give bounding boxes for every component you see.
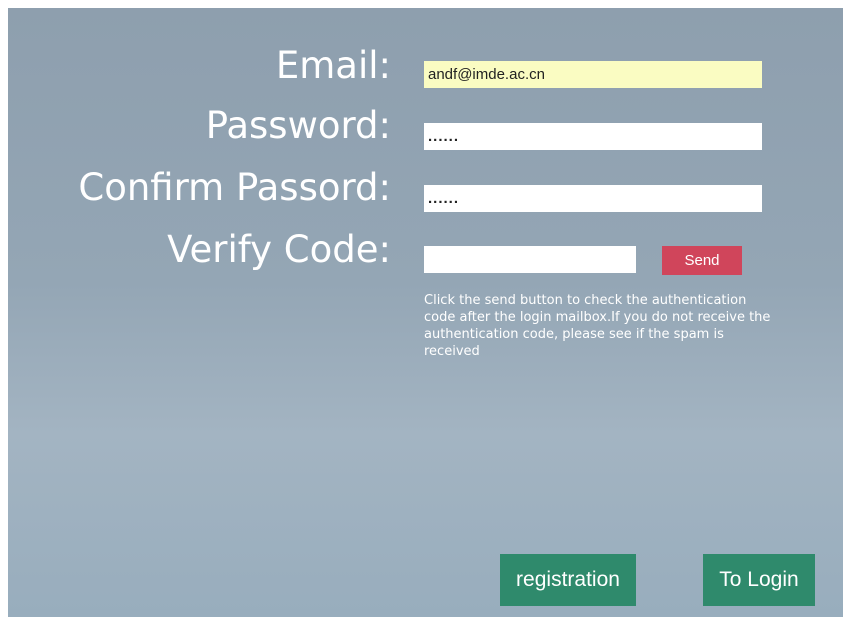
registration-panel: Email: Password: Confirm Passord: Verify… — [8, 8, 843, 617]
verify-code-label: Verify Code: — [167, 228, 391, 271]
send-button[interactable]: Send — [662, 246, 742, 275]
confirm-password-label: Confirm Passord: — [78, 166, 391, 209]
verification-hint: Click the send button to check the authe… — [424, 293, 771, 359]
email-label: Email: — [275, 44, 391, 87]
password-label: Password: — [205, 104, 391, 147]
password-field[interactable] — [424, 123, 762, 150]
registration-button[interactable]: registration — [500, 554, 636, 606]
to-login-button[interactable]: To Login — [703, 554, 815, 606]
email-field[interactable] — [424, 61, 762, 88]
confirm-password-field[interactable] — [424, 185, 762, 212]
verify-code-field[interactable] — [424, 246, 636, 273]
